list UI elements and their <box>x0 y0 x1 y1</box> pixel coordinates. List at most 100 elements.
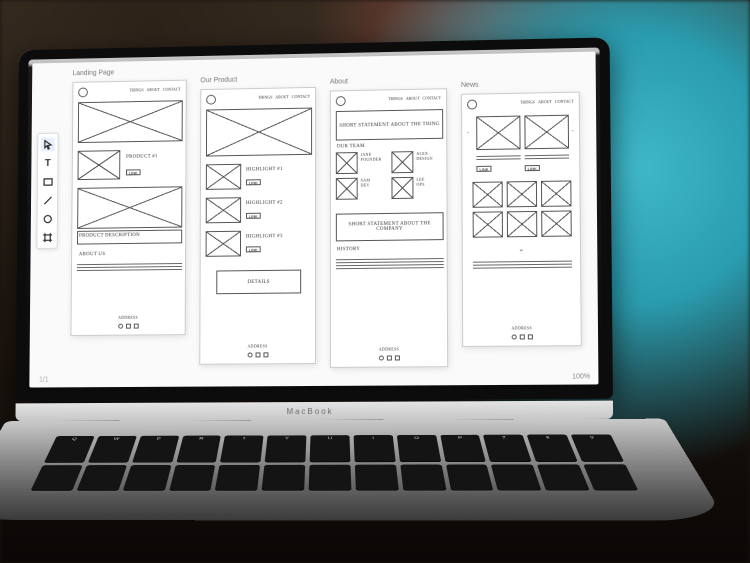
footer-label: ADDRESS <box>379 346 399 351</box>
key: O <box>397 435 441 462</box>
cta-button[interactable]: LINK <box>525 165 540 171</box>
key: P <box>440 435 486 462</box>
cta-button[interactable]: LINK <box>246 246 261 252</box>
member-role: OPS <box>416 182 424 187</box>
carousel-prev[interactable]: ← <box>466 130 471 135</box>
news-tile <box>507 211 537 237</box>
highlight-1: HIGHLIGHT #1 <box>246 167 283 172</box>
key: T <box>220 435 263 462</box>
rect-tool[interactable] <box>41 175 55 189</box>
key <box>31 465 83 491</box>
news-tile <box>473 211 503 237</box>
highlight-thumb <box>206 197 241 223</box>
key <box>446 464 494 490</box>
description-box <box>77 230 182 245</box>
artboard-title-news: News <box>461 82 479 89</box>
nav-product: THINGS ABOUT CONTACT <box>258 94 310 100</box>
artboard-tool[interactable] <box>40 230 54 244</box>
footer-product: ADDRESS <box>200 334 315 358</box>
hero-image-placeholder <box>206 108 312 157</box>
nav-item[interactable]: ABOUT <box>538 99 552 104</box>
nav-news: THINGS ABOUT CONTACT <box>520 99 574 105</box>
nav-about: THINGS ABOUT CONTACT <box>388 95 441 101</box>
key <box>537 464 590 490</box>
key: 7 <box>483 435 532 462</box>
artboard-landing[interactable]: THINGS ABOUT CONTACT PRODUCT #1 LINK PRO… <box>70 80 186 336</box>
artboard-icon <box>42 232 53 243</box>
about-text-lines <box>77 261 182 273</box>
details-label: DETAILS <box>248 279 270 284</box>
carousel-next[interactable]: → <box>570 129 575 134</box>
key <box>169 465 216 491</box>
history-label: HISTORY <box>337 247 360 252</box>
nav-item[interactable]: CONTACT <box>555 99 574 104</box>
footer-icons <box>200 352 315 358</box>
nav-item[interactable]: CONTACT <box>163 87 181 92</box>
artboard-about[interactable]: THINGS ABOUT CONTACT SHORT STATEMENT ABO… <box>330 88 448 368</box>
key: 9 <box>571 434 624 461</box>
circle-tool[interactable] <box>40 212 54 226</box>
footer-label: ADDRESS <box>247 343 267 348</box>
news-text-lines <box>473 259 572 271</box>
highlight-thumb <box>206 231 241 257</box>
footer-label: ADDRESS <box>511 325 532 330</box>
key: Y <box>265 435 307 462</box>
key <box>309 465 352 491</box>
expand-chevron[interactable]: ⌄ <box>463 244 580 253</box>
zoom-level[interactable]: 100% <box>572 373 590 380</box>
company-statement-box: SHORT STATEMENT ABOUT THE COMPANY <box>336 212 444 241</box>
key <box>583 464 638 490</box>
key <box>491 464 541 490</box>
canvas[interactable]: Landing Page THINGS ABOUT CONTACT PRODUC… <box>62 60 592 380</box>
nav-item[interactable]: ABOUT <box>406 96 420 101</box>
nav-item[interactable]: ABOUT <box>147 87 160 92</box>
highlight-3: HIGHLIGHT #3 <box>246 234 283 239</box>
news-tile <box>541 210 572 236</box>
news-text-lines <box>525 153 570 162</box>
key: U <box>310 435 351 462</box>
artboard-product[interactable]: THINGS ABOUT CONTACT HIGHLIGHT #1 LINK H… <box>199 87 316 365</box>
cta-button[interactable]: LINK <box>126 169 141 175</box>
team-member: LEEOPS <box>391 176 443 199</box>
member-role: DEV <box>361 183 370 188</box>
nav-item[interactable]: THINGS <box>520 99 535 104</box>
circle-icon <box>42 213 53 224</box>
logo-placeholder <box>467 100 477 110</box>
artboard-title-landing: Landing Page <box>73 69 115 77</box>
artboard-news[interactable]: THINGS ABOUT CONTACT ← → LINK LINK <box>461 92 582 347</box>
details-box: DETAILS <box>216 270 301 295</box>
key: R <box>176 436 221 463</box>
nav-item[interactable]: THINGS <box>388 96 403 101</box>
history-text-lines <box>336 256 444 271</box>
footer-icons <box>463 334 581 340</box>
team-member: ALEXDESIGN <box>391 151 443 174</box>
news-thumb <box>476 116 520 151</box>
team-grid: JANEFOUNDER ALEXDESIGN SAMDEV LEEOPS <box>336 151 444 200</box>
cta-button[interactable]: LINK <box>246 213 261 219</box>
nav-item[interactable]: CONTACT <box>423 95 442 100</box>
key: 8 <box>527 435 578 462</box>
secondary-image-placeholder <box>77 186 182 229</box>
cursor-icon <box>43 139 54 150</box>
nav-item[interactable]: CONTACT <box>292 94 310 99</box>
nav-item[interactable]: ABOUT <box>275 94 289 99</box>
key <box>76 465 126 491</box>
team-member: SAMDEV <box>336 177 388 200</box>
cta-button[interactable]: LINK <box>476 166 491 172</box>
footer-icons <box>331 355 447 361</box>
keyboard-keys: Q W E R T Y U I O P 7 8 9 <box>31 434 639 490</box>
nav-item[interactable]: THINGS <box>129 87 143 92</box>
line-tool[interactable] <box>41 193 55 207</box>
hero-image-placeholder <box>78 100 183 143</box>
nav-item[interactable]: THINGS <box>258 95 272 100</box>
footer-about: ADDRESS <box>331 337 447 361</box>
cta-button[interactable]: LINK <box>246 179 261 185</box>
product-label: PRODUCT #1 <box>126 154 158 159</box>
member-role: FOUNDER <box>361 157 382 162</box>
select-tool[interactable] <box>41 138 55 152</box>
square-icon <box>42 176 53 187</box>
text-tool[interactable]: T <box>41 156 55 170</box>
app-canvas: T Landing Page <box>29 52 598 388</box>
about-label: ABOUT US <box>79 252 105 257</box>
logo-placeholder <box>78 87 88 97</box>
